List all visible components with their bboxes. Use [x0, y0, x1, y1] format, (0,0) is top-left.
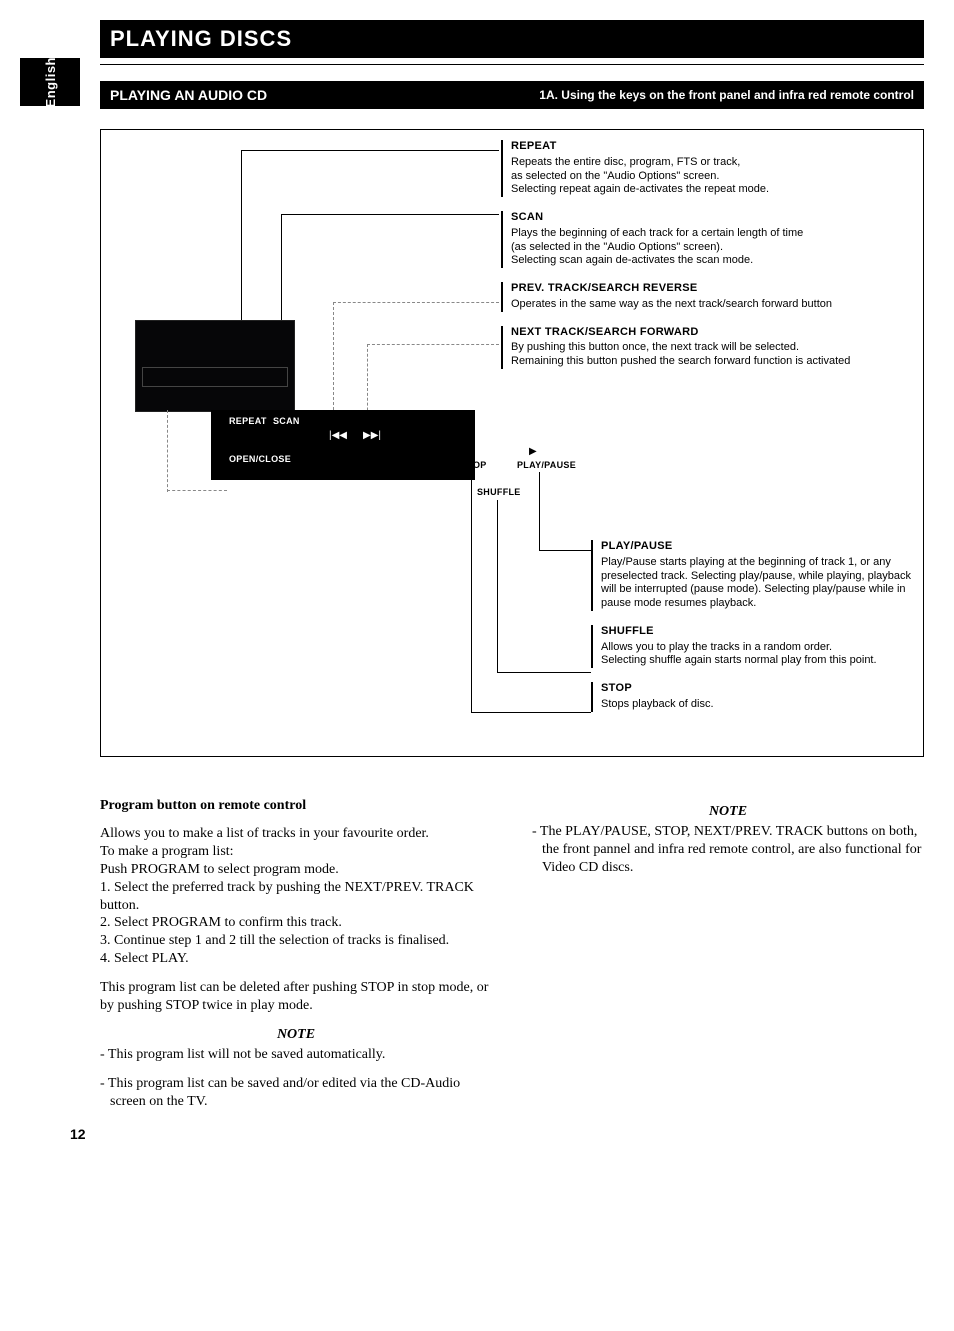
prev-icon: |◀◀: [329, 430, 347, 441]
leader-line: [497, 500, 498, 672]
section-bar: PLAYING AN AUDIO CD 1A. Using the keys o…: [100, 81, 924, 109]
note-item: - The PLAY/PAUSE, STOP, NEXT/PREV. TRACK…: [532, 823, 924, 877]
right-column: NOTE - The PLAY/PAUSE, STOP, NEXT/PREV. …: [532, 797, 924, 1122]
page-title-bar: PLAYING DISCS: [100, 20, 924, 58]
body-columns: Program button on remote control Allows …: [100, 797, 924, 1122]
panel-label-repeat: REPEAT: [229, 416, 267, 426]
next-icon: ▶▶|: [363, 430, 381, 441]
player-unit-icon: [135, 320, 295, 412]
page-title: PLAYING DISCS: [110, 26, 292, 52]
callout-title: STOP: [601, 682, 913, 696]
leader-line: [167, 490, 227, 491]
left-col-heading: Program button on remote control: [100, 797, 492, 815]
callouts-lower: PLAY/PAUSE Play/Pause starts playing at …: [591, 540, 913, 726]
callout-body: Stops playback of disc.: [601, 698, 913, 712]
leader-line: [471, 712, 591, 713]
left-col-p1: Allows you to make a list of tracks in y…: [100, 825, 492, 968]
language-tab: English: [20, 58, 80, 106]
leader-line: [471, 472, 472, 712]
note-heading: NOTE: [532, 803, 924, 821]
callout-stop: STOP Stops playback of disc.: [591, 682, 913, 712]
control-diagram: REPEAT Repeats the entire disc, program,…: [100, 129, 924, 757]
leader-line: [281, 214, 499, 215]
panel-label-stop: STOP: [461, 460, 487, 470]
manual-page: English PLAYING DISCS PLAYING AN AUDIO C…: [0, 0, 954, 1162]
callout-body: Repeats the entire disc, program, FTS or…: [511, 156, 913, 197]
button-labels-row: ■ ▶ STOP PLAY/PAUSE SHUFFLE: [411, 442, 661, 522]
section-heading: PLAYING AN AUDIO CD: [100, 87, 267, 103]
leader-line: [497, 672, 591, 673]
callout-body: Play/Pause starts playing at the beginni…: [601, 556, 913, 611]
leader-line: [539, 550, 591, 551]
leader-line: [539, 472, 540, 550]
play-icon: ▶: [529, 446, 537, 457]
callout-title: SHUFFLE: [601, 625, 913, 639]
language-label: English: [43, 57, 58, 107]
left-col-p2: This program list can be deleted after p…: [100, 979, 492, 1015]
leader-line: [241, 150, 499, 151]
divider: [100, 64, 924, 65]
panel-label-scan: SCAN: [273, 416, 300, 426]
callout-title: REPEAT: [511, 140, 913, 154]
note-item: - This program list will not be saved au…: [100, 1046, 492, 1064]
callout-shuffle: SHUFFLE Allows you to play the tracks in…: [591, 625, 913, 668]
panel-label-playpause: PLAY/PAUSE: [517, 460, 576, 470]
left-column: Program button on remote control Allows …: [100, 797, 492, 1122]
note-item: - This program list can be saved and/or …: [100, 1075, 492, 1111]
page-number: 12: [70, 1126, 86, 1142]
callout-repeat: REPEAT Repeats the entire disc, program,…: [501, 140, 913, 197]
note-heading: NOTE: [100, 1026, 492, 1044]
leader-line: [167, 410, 168, 492]
stop-icon: ■: [469, 446, 475, 457]
panel-label-openclose: OPEN/CLOSE: [229, 454, 291, 464]
callout-body: Allows you to play the tracks in a rando…: [601, 641, 913, 669]
section-subheading: 1A. Using the keys on the front panel an…: [539, 88, 924, 102]
callout-playpause: PLAY/PAUSE Play/Pause starts playing at …: [591, 540, 913, 611]
panel-label-shuffle: SHUFFLE: [477, 487, 521, 497]
callout-title: PLAY/PAUSE: [601, 540, 913, 554]
